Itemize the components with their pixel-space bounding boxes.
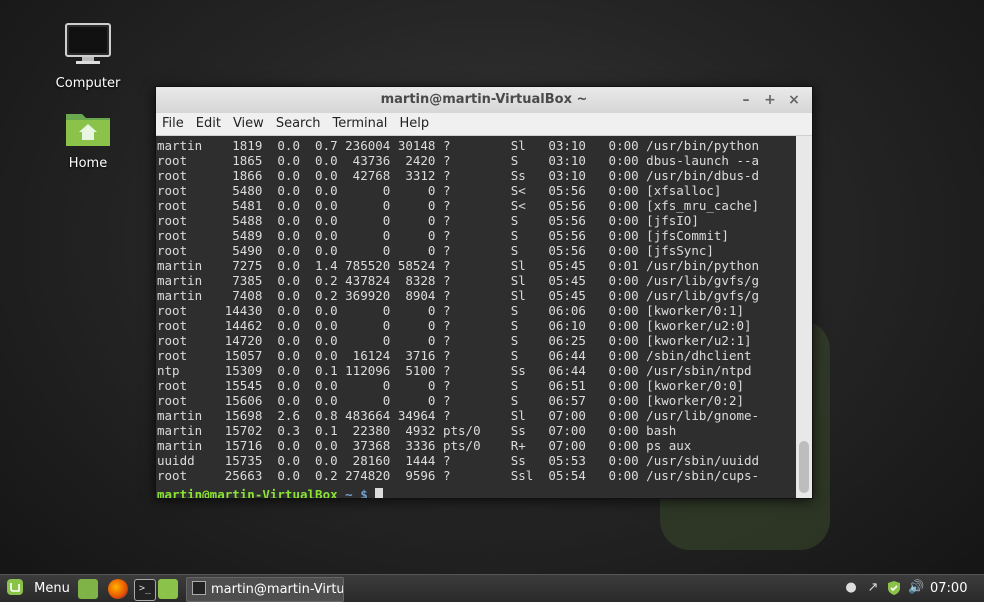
network-icon[interactable]: ↗	[865, 580, 881, 596]
process-list: martin 1819 0.0 0.7 236004 30148 ? Sl 03…	[156, 136, 796, 485]
desktop-icon-computer[interactable]: Computer	[48, 22, 128, 91]
process-line: root 15545 0.0 0.0 0 0 ? S 06:51 0:00 [k…	[157, 378, 744, 393]
menu-help[interactable]: Help	[393, 113, 435, 135]
window-titlebar[interactable]: martin@martin-VirtualBox ~ – + ×	[156, 87, 812, 113]
process-line: uuidd 15735 0.0 0.0 28160 1444 ? Ss 05:5…	[157, 453, 760, 468]
clock[interactable]: 07:00	[930, 575, 967, 602]
terminal-scrollbar[interactable]	[796, 136, 812, 498]
process-line: martin 7385 0.0 0.2 437824 8328 ? Sl 05:…	[157, 273, 760, 288]
terminal-window[interactable]: martin@martin-VirtualBox ~ – + × File Edi…	[155, 86, 813, 499]
terminal-icon[interactable]: >_	[134, 579, 156, 601]
process-line: root 1865 0.0 0.0 43736 2420 ? S 03:10 0…	[157, 153, 760, 168]
process-line: martin 15702 0.3 0.1 22380 4932 pts/0 Ss…	[157, 423, 677, 438]
process-line: root 1866 0.0 0.0 42768 3312 ? Ss 03:10 …	[157, 168, 760, 183]
menu-bar: File Edit View Search Terminal Help	[156, 113, 812, 136]
user-icon[interactable]: ●	[843, 580, 859, 596]
menu-edit[interactable]: Edit	[190, 113, 227, 135]
process-line: root 14430 0.0 0.0 0 0 ? S 06:06 0:00 [k…	[157, 303, 744, 318]
shell-prompt[interactable]: martin@martin-VirtualBox ~ $	[156, 485, 796, 498]
process-line: root 5481 0.0 0.0 0 0 ? S< 05:56 0:00 [x…	[157, 198, 760, 213]
menu-file[interactable]: File	[156, 113, 190, 135]
desktop-icon-home-label: Home	[68, 156, 108, 171]
process-line: root 15057 0.0 0.0 16124 3716 ? S 06:44 …	[157, 348, 752, 363]
process-line: root 25663 0.0 0.2 274820 9596 ? Ssl 05:…	[157, 468, 760, 483]
taskbar-window-terminal[interactable]: martin@martin-Virtu…	[186, 577, 344, 602]
process-line: martin 1819 0.0 0.7 236004 30148 ? Sl 03…	[157, 138, 760, 153]
process-line: root 5489 0.0 0.0 0 0 ? S 05:56 0:00 [jf…	[157, 228, 729, 243]
menu-view[interactable]: View	[227, 113, 270, 135]
process-line: martin 7275 0.0 1.4 785520 58524 ? Sl 05…	[157, 258, 760, 273]
volume-icon[interactable]: 🔊	[908, 580, 924, 596]
process-line: martin 7408 0.0 0.2 369920 8904 ? Sl 05:…	[157, 288, 760, 303]
taskbar: Menu >_ martin@martin-Virtu… ● ↗ 🔊 07:00	[0, 574, 984, 602]
desktop-icon-computer-label: Computer	[55, 76, 121, 91]
taskbar-window-label: martin@martin-Virtu…	[211, 582, 344, 597]
process-line: ntp 15309 0.0 0.1 112096 5100 ? Ss 06:44…	[157, 363, 752, 378]
process-line: root 5488 0.0 0.0 0 0 ? S 05:56 0:00 [jf…	[157, 213, 699, 228]
show-desktop-icon[interactable]	[78, 579, 98, 599]
process-line: root 15606 0.0 0.0 0 0 ? S 06:57 0:00 [k…	[157, 393, 744, 408]
terminal-small-icon	[192, 581, 206, 595]
process-line: root 14462 0.0 0.0 0 0 ? S 06:10 0:00 [k…	[157, 318, 752, 333]
shield-update-icon[interactable]	[886, 580, 902, 596]
close-button[interactable]: ×	[784, 87, 804, 113]
home-folder-icon	[66, 114, 110, 146]
menu-label: Menu	[34, 581, 70, 596]
process-line: root 14720 0.0 0.0 0 0 ? S 06:25 0:00 [k…	[157, 333, 752, 348]
computer-icon	[65, 23, 111, 64]
minimize-button[interactable]: –	[736, 87, 756, 113]
text-cursor	[375, 488, 384, 498]
mint-logo-icon	[7, 579, 23, 595]
prompt-user: martin@martin-VirtualBox	[157, 487, 338, 498]
scrollbar-thumb[interactable]	[799, 441, 809, 493]
window-title: martin@martin-VirtualBox ~	[380, 92, 588, 107]
terminal-output[interactable]: martin 1819 0.0 0.7 236004 30148 ? Sl 03…	[156, 136, 796, 498]
process-line: root 5480 0.0 0.0 0 0 ? S< 05:56 0:00 [x…	[157, 183, 722, 198]
maximize-button[interactable]: +	[760, 87, 780, 113]
firefox-icon[interactable]	[108, 579, 128, 599]
menu-search[interactable]: Search	[270, 113, 327, 135]
desktop-icon-home[interactable]: Home	[48, 106, 128, 171]
process-line: root 5490 0.0 0.0 0 0 ? S 05:56 0:00 [jf…	[157, 243, 714, 258]
menu-terminal[interactable]: Terminal	[326, 113, 393, 135]
menu-button[interactable]: Menu	[6, 575, 70, 602]
prompt-symbol: ~ $	[337, 487, 368, 498]
process-line: martin 15698 2.6 0.8 483664 34964 ? Sl 0…	[157, 408, 760, 423]
files-icon[interactable]	[158, 579, 178, 599]
process-line: martin 15716 0.0 0.0 37368 3336 pts/0 R+…	[157, 438, 692, 453]
